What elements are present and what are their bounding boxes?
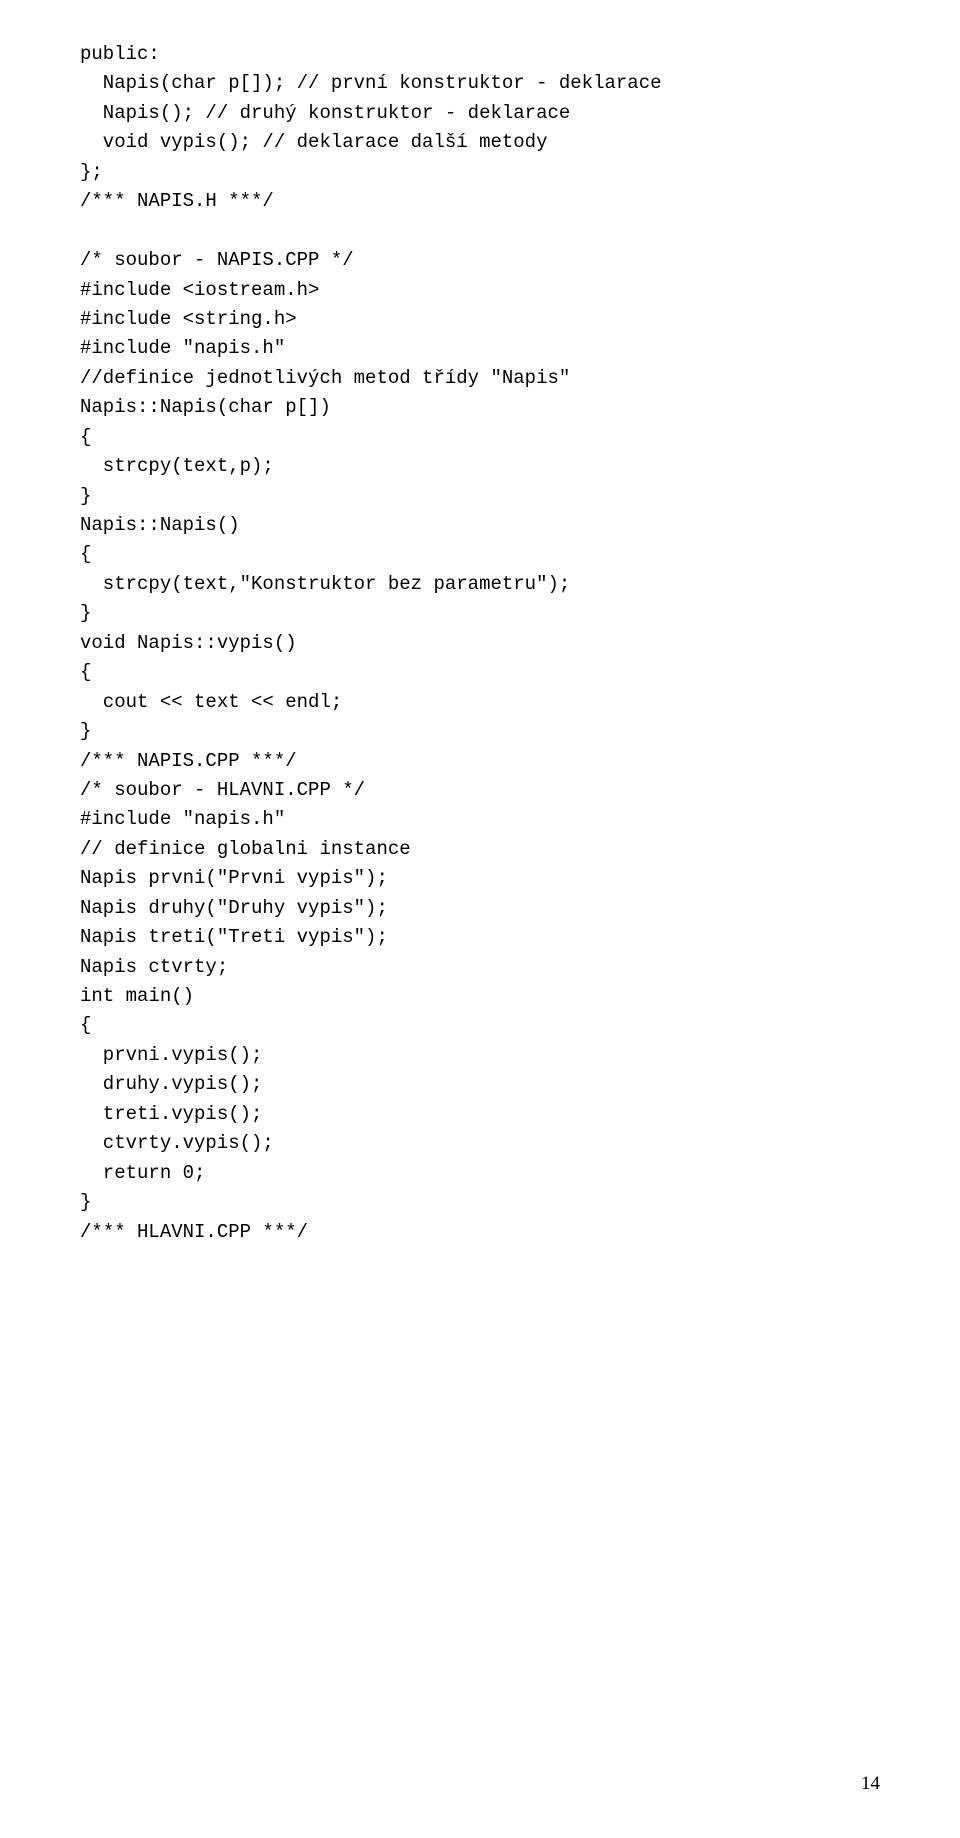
code-line: druhy.vypis(); — [80, 1073, 262, 1095]
code-line: } — [80, 485, 91, 507]
code-line: strcpy(text,p); — [80, 455, 274, 477]
code-line: } — [80, 602, 91, 624]
code-line: } — [80, 720, 91, 742]
code-line: { — [80, 426, 91, 448]
code-line: Napis druhy("Druhy vypis"); — [80, 897, 388, 919]
code-line: // definice globalni instance — [80, 838, 411, 860]
code-line: Napis(char p[]); // první konstruktor - … — [80, 72, 662, 94]
code-line: /* soubor - HLAVNI.CPP */ — [80, 779, 365, 801]
code-line: Napis(); // druhý konstruktor - deklarac… — [80, 102, 570, 124]
code-line: //definice jednotlivých metod třídy "Nap… — [80, 367, 570, 389]
page-number: 14 — [861, 1769, 880, 1798]
code-line: Napis treti("Treti vypis"); — [80, 926, 388, 948]
code-line: { — [80, 1014, 91, 1036]
code-line: int main() — [80, 985, 194, 1007]
code-line: /*** HLAVNI.CPP ***/ — [80, 1221, 308, 1243]
code-line: ctvrty.vypis(); — [80, 1132, 274, 1154]
code-line: /*** NAPIS.H ***/ — [80, 190, 274, 212]
code-line: treti.vypis(); — [80, 1103, 262, 1125]
code-line: Napis::Napis() — [80, 514, 240, 536]
code-line: void vypis(); // deklarace další metody — [80, 131, 547, 153]
code-line: #include <iostream.h> — [80, 279, 319, 301]
code-line: /*** NAPIS.CPP ***/ — [80, 750, 297, 772]
code-line: { — [80, 543, 91, 565]
code-line: strcpy(text,"Konstruktor bez parametru")… — [80, 573, 570, 595]
code-line: prvni.vypis(); — [80, 1044, 262, 1066]
code-listing: public: Napis(char p[]); // první konstr… — [80, 40, 880, 1247]
code-line: #include "napis.h" — [80, 808, 285, 830]
code-line: /* soubor - NAPIS.CPP */ — [80, 249, 354, 271]
code-line: Napis ctvrty; — [80, 956, 228, 978]
code-line: #include "napis.h" — [80, 337, 285, 359]
code-line: Napis prvni("Prvni vypis"); — [80, 867, 388, 889]
code-line: } — [80, 1191, 91, 1213]
code-line: cout << text << endl; — [80, 691, 342, 713]
code-line: #include <string.h> — [80, 308, 297, 330]
code-line: { — [80, 661, 91, 683]
code-line: Napis::Napis(char p[]) — [80, 396, 331, 418]
code-line: public: — [80, 43, 160, 65]
code-line: void Napis::vypis() — [80, 632, 297, 654]
code-line: return 0; — [80, 1162, 205, 1184]
code-line: }; — [80, 161, 103, 183]
